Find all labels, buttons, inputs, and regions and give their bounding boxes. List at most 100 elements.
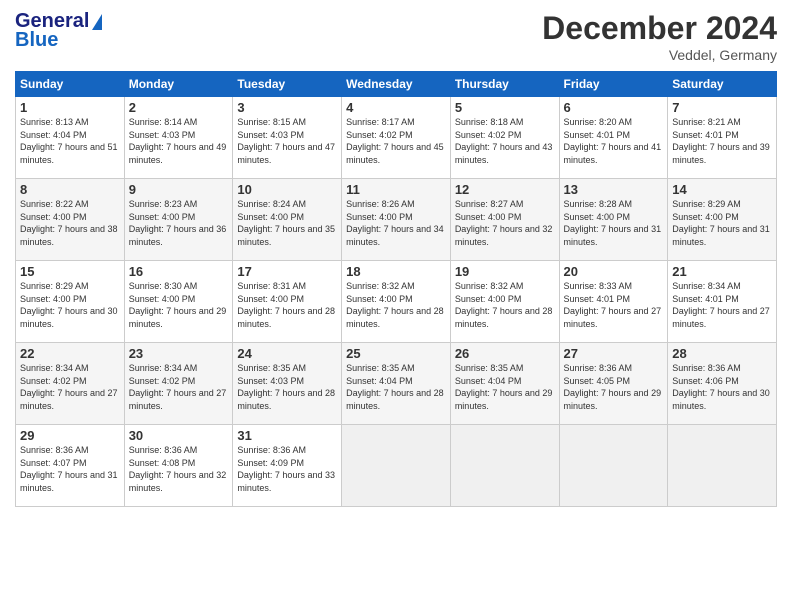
day-info: Sunrise: 8:18 AMSunset: 4:02 PMDaylight:… <box>455 116 555 166</box>
day-number: 29 <box>20 428 120 443</box>
col-thursday: Thursday <box>450 72 559 97</box>
table-row: 30Sunrise: 8:36 AMSunset: 4:08 PMDayligh… <box>124 425 233 507</box>
page-container: General Blue December 2024 Veddel, Germa… <box>0 0 792 517</box>
day-number: 6 <box>564 100 664 115</box>
calendar-week-row: 15Sunrise: 8:29 AMSunset: 4:00 PMDayligh… <box>16 261 777 343</box>
col-friday: Friday <box>559 72 668 97</box>
day-number: 23 <box>129 346 229 361</box>
day-number: 20 <box>564 264 664 279</box>
day-number: 4 <box>346 100 446 115</box>
day-info: Sunrise: 8:32 AMSunset: 4:00 PMDaylight:… <box>455 280 555 330</box>
col-monday: Monday <box>124 72 233 97</box>
day-info: Sunrise: 8:29 AMSunset: 4:00 PMDaylight:… <box>20 280 120 330</box>
day-number: 3 <box>237 100 337 115</box>
day-info: Sunrise: 8:32 AMSunset: 4:00 PMDaylight:… <box>346 280 446 330</box>
day-number: 2 <box>129 100 229 115</box>
table-row: 6Sunrise: 8:20 AMSunset: 4:01 PMDaylight… <box>559 97 668 179</box>
table-row: 16Sunrise: 8:30 AMSunset: 4:00 PMDayligh… <box>124 261 233 343</box>
table-row: 20Sunrise: 8:33 AMSunset: 4:01 PMDayligh… <box>559 261 668 343</box>
day-number: 31 <box>237 428 337 443</box>
day-number: 9 <box>129 182 229 197</box>
day-number: 18 <box>346 264 446 279</box>
day-number: 5 <box>455 100 555 115</box>
day-info: Sunrise: 8:35 AMSunset: 4:04 PMDaylight:… <box>346 362 446 412</box>
day-info: Sunrise: 8:34 AMSunset: 4:02 PMDaylight:… <box>129 362 229 412</box>
day-info: Sunrise: 8:34 AMSunset: 4:02 PMDaylight:… <box>20 362 120 412</box>
day-info: Sunrise: 8:20 AMSunset: 4:01 PMDaylight:… <box>564 116 664 166</box>
day-info: Sunrise: 8:23 AMSunset: 4:00 PMDaylight:… <box>129 198 229 248</box>
day-number: 30 <box>129 428 229 443</box>
day-info: Sunrise: 8:35 AMSunset: 4:03 PMDaylight:… <box>237 362 337 412</box>
table-row: 2Sunrise: 8:14 AMSunset: 4:03 PMDaylight… <box>124 97 233 179</box>
day-info: Sunrise: 8:21 AMSunset: 4:01 PMDaylight:… <box>672 116 772 166</box>
col-saturday: Saturday <box>668 72 777 97</box>
table-row: 24Sunrise: 8:35 AMSunset: 4:03 PMDayligh… <box>233 343 342 425</box>
day-info: Sunrise: 8:17 AMSunset: 4:02 PMDaylight:… <box>346 116 446 166</box>
calendar-week-row: 29Sunrise: 8:36 AMSunset: 4:07 PMDayligh… <box>16 425 777 507</box>
table-row: 1Sunrise: 8:13 AMSunset: 4:04 PMDaylight… <box>16 97 125 179</box>
calendar-header-row: Sunday Monday Tuesday Wednesday Thursday… <box>16 72 777 97</box>
day-number: 1 <box>20 100 120 115</box>
logo-blue: Blue <box>15 29 58 52</box>
table-row: 14Sunrise: 8:29 AMSunset: 4:00 PMDayligh… <box>668 179 777 261</box>
table-row: 18Sunrise: 8:32 AMSunset: 4:00 PMDayligh… <box>342 261 451 343</box>
table-row: 5Sunrise: 8:18 AMSunset: 4:02 PMDaylight… <box>450 97 559 179</box>
day-info: Sunrise: 8:33 AMSunset: 4:01 PMDaylight:… <box>564 280 664 330</box>
day-info: Sunrise: 8:34 AMSunset: 4:01 PMDaylight:… <box>672 280 772 330</box>
day-number: 15 <box>20 264 120 279</box>
day-info: Sunrise: 8:30 AMSunset: 4:00 PMDaylight:… <box>129 280 229 330</box>
col-sunday: Sunday <box>16 72 125 97</box>
table-row: 19Sunrise: 8:32 AMSunset: 4:00 PMDayligh… <box>450 261 559 343</box>
table-row: 31Sunrise: 8:36 AMSunset: 4:09 PMDayligh… <box>233 425 342 507</box>
table-row: 26Sunrise: 8:35 AMSunset: 4:04 PMDayligh… <box>450 343 559 425</box>
table-row: 11Sunrise: 8:26 AMSunset: 4:00 PMDayligh… <box>342 179 451 261</box>
table-row: 4Sunrise: 8:17 AMSunset: 4:02 PMDaylight… <box>342 97 451 179</box>
table-row: 21Sunrise: 8:34 AMSunset: 4:01 PMDayligh… <box>668 261 777 343</box>
table-row: 10Sunrise: 8:24 AMSunset: 4:00 PMDayligh… <box>233 179 342 261</box>
day-number: 10 <box>237 182 337 197</box>
day-info: Sunrise: 8:28 AMSunset: 4:00 PMDaylight:… <box>564 198 664 248</box>
calendar-week-row: 8Sunrise: 8:22 AMSunset: 4:00 PMDaylight… <box>16 179 777 261</box>
calendar-week-row: 1Sunrise: 8:13 AMSunset: 4:04 PMDaylight… <box>16 97 777 179</box>
calendar-week-row: 22Sunrise: 8:34 AMSunset: 4:02 PMDayligh… <box>16 343 777 425</box>
day-info: Sunrise: 8:31 AMSunset: 4:00 PMDaylight:… <box>237 280 337 330</box>
month-title: December 2024 <box>542 10 777 47</box>
day-number: 7 <box>672 100 772 115</box>
table-row <box>668 425 777 507</box>
day-number: 21 <box>672 264 772 279</box>
day-info: Sunrise: 8:36 AMSunset: 4:08 PMDaylight:… <box>129 444 229 494</box>
day-number: 26 <box>455 346 555 361</box>
day-info: Sunrise: 8:35 AMSunset: 4:04 PMDaylight:… <box>455 362 555 412</box>
table-row <box>342 425 451 507</box>
day-info: Sunrise: 8:26 AMSunset: 4:00 PMDaylight:… <box>346 198 446 248</box>
table-row <box>559 425 668 507</box>
day-info: Sunrise: 8:36 AMSunset: 4:09 PMDaylight:… <box>237 444 337 494</box>
day-number: 16 <box>129 264 229 279</box>
day-number: 22 <box>20 346 120 361</box>
table-row: 17Sunrise: 8:31 AMSunset: 4:00 PMDayligh… <box>233 261 342 343</box>
title-section: December 2024 Veddel, Germany <box>542 10 777 63</box>
day-number: 24 <box>237 346 337 361</box>
day-info: Sunrise: 8:24 AMSunset: 4:00 PMDaylight:… <box>237 198 337 248</box>
day-number: 19 <box>455 264 555 279</box>
table-row: 28Sunrise: 8:36 AMSunset: 4:06 PMDayligh… <box>668 343 777 425</box>
table-row <box>450 425 559 507</box>
day-number: 11 <box>346 182 446 197</box>
day-info: Sunrise: 8:15 AMSunset: 4:03 PMDaylight:… <box>237 116 337 166</box>
table-row: 12Sunrise: 8:27 AMSunset: 4:00 PMDayligh… <box>450 179 559 261</box>
day-number: 25 <box>346 346 446 361</box>
day-info: Sunrise: 8:29 AMSunset: 4:00 PMDaylight:… <box>672 198 772 248</box>
calendar-table: Sunday Monday Tuesday Wednesday Thursday… <box>15 71 777 507</box>
day-number: 14 <box>672 182 772 197</box>
table-row: 29Sunrise: 8:36 AMSunset: 4:07 PMDayligh… <box>16 425 125 507</box>
day-info: Sunrise: 8:36 AMSunset: 4:05 PMDaylight:… <box>564 362 664 412</box>
table-row: 25Sunrise: 8:35 AMSunset: 4:04 PMDayligh… <box>342 343 451 425</box>
header: General Blue December 2024 Veddel, Germa… <box>15 10 777 63</box>
day-number: 28 <box>672 346 772 361</box>
logo: General Blue <box>15 10 102 52</box>
table-row: 7Sunrise: 8:21 AMSunset: 4:01 PMDaylight… <box>668 97 777 179</box>
location: Veddel, Germany <box>542 47 777 63</box>
day-info: Sunrise: 8:13 AMSunset: 4:04 PMDaylight:… <box>20 116 120 166</box>
table-row: 15Sunrise: 8:29 AMSunset: 4:00 PMDayligh… <box>16 261 125 343</box>
day-info: Sunrise: 8:14 AMSunset: 4:03 PMDaylight:… <box>129 116 229 166</box>
